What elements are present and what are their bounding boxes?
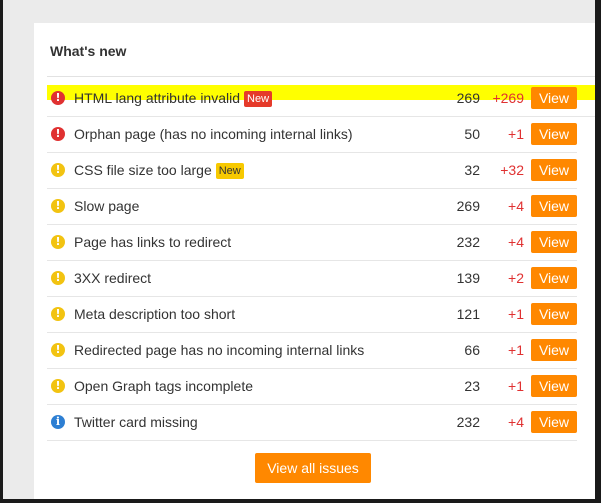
view-button[interactable]: View	[531, 267, 577, 289]
issue-name-text: Orphan page (has no incoming internal li…	[74, 126, 353, 142]
issue-name-text: 3XX redirect	[74, 270, 152, 286]
issue-row: ! HTML lang attribute invalid New 269 +269 Vi…	[47, 81, 595, 117]
issue-delta: +4	[508, 234, 524, 250]
issue-count: 232	[456, 234, 480, 250]
issue-count: 269	[456, 198, 480, 214]
issue-count: 121	[456, 306, 480, 322]
issue-name-text: Twitter card missing	[74, 414, 198, 430]
issue-count: 232	[456, 414, 480, 430]
warning-icon: !	[51, 199, 65, 213]
error-icon: !	[51, 127, 65, 141]
issue-name-text: Open Graph tags incomplete	[74, 378, 253, 394]
issue-name: Twitter card missing	[74, 414, 198, 430]
issue-count: 269	[456, 90, 480, 106]
issue-row: ! Orphan page (has no incoming internal l…	[47, 117, 577, 153]
issue-count: 50	[464, 126, 480, 142]
warning-icon: !	[51, 235, 65, 249]
panel-title: What's new	[50, 43, 127, 59]
issue-name: Meta description too short	[74, 306, 235, 322]
issue-delta: +4	[508, 414, 524, 430]
window-frame-right	[595, 0, 601, 503]
warning-icon: !	[51, 343, 65, 357]
issue-delta: +1	[508, 306, 524, 322]
issue-delta: +1	[508, 126, 524, 142]
issue-delta: +2	[508, 270, 524, 286]
warning-icon: !	[51, 379, 65, 393]
issue-name: Redirected page has no incoming internal…	[74, 342, 364, 358]
view-button[interactable]: View	[531, 87, 577, 109]
issue-name: Open Graph tags incomplete	[74, 378, 253, 394]
warning-icon: !	[51, 271, 65, 285]
issue-row: ! Page has links to redirect 232 +4 View	[47, 225, 577, 261]
window-frame-bottom	[0, 499, 601, 503]
issue-count: 66	[464, 342, 480, 358]
warning-icon: !	[51, 163, 65, 177]
issue-count: 139	[456, 270, 480, 286]
issue-row: i Twitter card missing 232 +4 View	[47, 405, 577, 441]
view-button[interactable]: View	[531, 123, 577, 145]
view-button[interactable]: View	[531, 231, 577, 253]
view-all-issues-button[interactable]: View all issues	[255, 453, 371, 483]
issue-name-text: Slow page	[74, 198, 140, 214]
issue-delta: +4	[508, 198, 524, 214]
info-icon: i	[51, 415, 65, 429]
issue-name-text: Redirected page has no incoming internal…	[74, 342, 365, 358]
issue-delta: +1	[508, 342, 524, 358]
issue-delta: +269	[492, 90, 524, 106]
issue-name: HTML lang attribute invalid New	[74, 90, 273, 107]
issue-row: ! CSS file size too large New 32 +32 View	[47, 153, 577, 189]
issue-name-text: HTML lang attribute invalid	[74, 90, 241, 106]
issue-row: ! 3XX redirect 139 +2 View	[47, 261, 577, 297]
view-button[interactable]: View	[531, 339, 577, 361]
view-button[interactable]: View	[531, 159, 577, 181]
issue-name-text: CSS file size too large	[74, 162, 212, 178]
error-icon: !	[51, 91, 65, 105]
issue-row: ! Open Graph tags incomplete 23 +1 View	[47, 369, 577, 405]
issue-name: Page has links to redirect	[74, 234, 231, 250]
title-divider	[47, 76, 595, 77]
whats-new-panel: What's new ! HTML lang attribute invalid N…	[34, 23, 595, 499]
view-button[interactable]: View	[531, 195, 577, 217]
issue-name: CSS file size too large New	[74, 162, 244, 179]
issue-row: ! Slow page 269 +4 View	[47, 189, 577, 225]
issue-name-text: Meta description too short	[74, 306, 236, 322]
issue-name: Orphan page (has no incoming internal li…	[74, 126, 353, 142]
issue-name: Slow page	[74, 198, 139, 214]
issue-count: 23	[464, 378, 480, 394]
issue-name-text: Page has links to redirect	[74, 234, 232, 250]
issue-row: ! Meta description too short 121 +1 View	[47, 297, 577, 333]
issue-count: 32	[464, 162, 480, 178]
issue-delta: +1	[508, 378, 524, 394]
new-badge: New	[244, 91, 273, 107]
window-frame-left	[0, 0, 3, 503]
issues-list: ! HTML lang attribute invalid New 269 +269 Vi…	[34, 81, 595, 441]
issue-name: 3XX redirect	[74, 270, 151, 286]
warning-icon: !	[51, 307, 65, 321]
issue-delta: +32	[500, 162, 524, 178]
new-badge: New	[215, 163, 244, 179]
view-button[interactable]: View	[531, 303, 577, 325]
view-button[interactable]: View	[531, 411, 577, 433]
issue-row: ! Redirected page has no incoming interna…	[47, 333, 577, 369]
view-button[interactable]: View	[531, 375, 577, 397]
